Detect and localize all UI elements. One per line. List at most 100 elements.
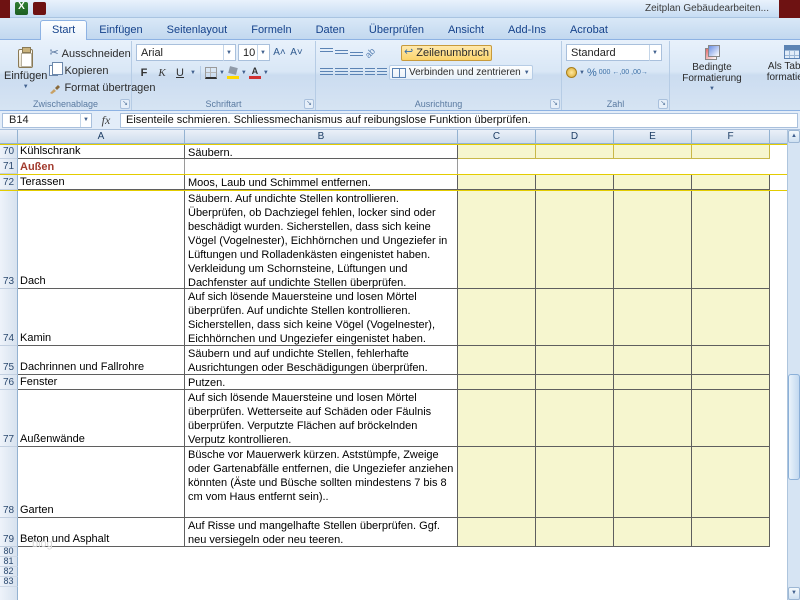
cell-f74[interactable] bbox=[692, 289, 770, 346]
row-number[interactable]: 82 bbox=[0, 567, 18, 577]
align-top-icon[interactable] bbox=[320, 48, 333, 53]
borders-icon[interactable] bbox=[205, 67, 217, 79]
cell-e77[interactable] bbox=[614, 390, 692, 447]
tab-ueberpruefen[interactable]: Überprüfen bbox=[357, 20, 436, 39]
italic-button[interactable]: K bbox=[154, 65, 170, 81]
grow-font-icon[interactable]: A˄ bbox=[272, 47, 287, 58]
decrease-decimal-icon[interactable]: ,00→ bbox=[631, 69, 648, 76]
thousands-icon[interactable]: 000 bbox=[599, 69, 611, 76]
dropdown-arrow-icon[interactable]: ▼ bbox=[241, 70, 247, 76]
tab-acrobat[interactable]: Acrobat bbox=[558, 20, 620, 39]
underline-button[interactable]: U bbox=[172, 65, 188, 81]
currency-icon[interactable] bbox=[566, 67, 577, 78]
cell-c78[interactable] bbox=[458, 447, 536, 518]
merge-center-button[interactable]: Verbinden und zentrieren ▼ bbox=[389, 65, 533, 80]
cell-c76[interactable] bbox=[458, 375, 536, 390]
align-bottom-icon[interactable] bbox=[350, 52, 363, 57]
excel-app-icon[interactable] bbox=[15, 2, 28, 15]
cell-a75[interactable]: Dachrinnen und Fallrohre bbox=[18, 346, 185, 375]
align-center-icon[interactable] bbox=[335, 68, 348, 77]
cell-e79[interactable] bbox=[614, 518, 692, 547]
cell-c70[interactable] bbox=[458, 145, 536, 159]
row-number[interactable]: 73 bbox=[0, 191, 18, 289]
cell-b73[interactable]: Säubern. Auf undichte Stellen kontrollie… bbox=[185, 191, 458, 289]
cell-b74[interactable]: Auf sich lösende Mauersteine und losen M… bbox=[185, 289, 458, 346]
dialog-launcher-icon[interactable]: ↘ bbox=[550, 99, 560, 109]
tab-ansicht[interactable]: Ansicht bbox=[436, 20, 496, 39]
cell-a72[interactable]: Terassen bbox=[18, 175, 185, 190]
quick-access-icon[interactable] bbox=[33, 2, 46, 15]
increase-decimal-icon[interactable]: ←,00 bbox=[612, 69, 629, 76]
empty-row[interactable] bbox=[18, 577, 787, 587]
cell-d78[interactable] bbox=[536, 447, 614, 518]
cell-e75[interactable] bbox=[614, 346, 692, 375]
cell-d71[interactable] bbox=[536, 159, 614, 174]
cell-b76[interactable]: Putzen. bbox=[185, 375, 458, 390]
cell-b72[interactable]: Moos, Laub und Schimmel entfernen. bbox=[185, 175, 458, 190]
font-size-combo[interactable]: 10 ▼ bbox=[238, 44, 270, 61]
fill-color-icon[interactable] bbox=[227, 67, 239, 79]
bold-button[interactable]: F bbox=[136, 65, 152, 81]
cell-a76[interactable]: Fenster bbox=[18, 375, 185, 390]
vertical-scrollbar[interactable]: ▲ ▼ bbox=[787, 130, 800, 600]
format-as-table-button[interactable]: Als Tabelle formatieren bbox=[754, 43, 800, 97]
row-number[interactable]: 72 bbox=[0, 175, 18, 190]
column-header-e[interactable]: E bbox=[614, 130, 692, 144]
tab-start[interactable]: Start bbox=[40, 20, 87, 40]
row-number[interactable]: 70 bbox=[0, 145, 18, 159]
cell-e70[interactable] bbox=[614, 145, 692, 159]
dialog-launcher-icon[interactable]: ↘ bbox=[658, 99, 668, 109]
empty-row[interactable] bbox=[18, 547, 787, 557]
cell-e73[interactable] bbox=[614, 191, 692, 289]
align-middle-icon[interactable] bbox=[335, 50, 348, 55]
cell-d79[interactable] bbox=[536, 518, 614, 547]
row-number[interactable]: 80 bbox=[0, 547, 18, 557]
cell-d72[interactable] bbox=[536, 175, 614, 190]
row-number[interactable]: 83 bbox=[0, 577, 18, 587]
row-number[interactable]: 76 bbox=[0, 375, 18, 390]
cell-c74[interactable] bbox=[458, 289, 536, 346]
row-number[interactable]: 81 bbox=[0, 557, 18, 567]
insert-function-button[interactable]: fx bbox=[94, 113, 118, 128]
cell-f76[interactable] bbox=[692, 375, 770, 390]
align-right-icon[interactable] bbox=[350, 68, 363, 77]
cell-c79[interactable] bbox=[458, 518, 536, 547]
dropdown-arrow-icon[interactable]: ▼ bbox=[579, 70, 585, 76]
decrease-indent-icon[interactable] bbox=[365, 68, 375, 77]
empty-row[interactable] bbox=[18, 557, 787, 567]
cell-d75[interactable] bbox=[536, 346, 614, 375]
cell-f79[interactable] bbox=[692, 518, 770, 547]
tab-seitenlayout[interactable]: Seitenlayout bbox=[155, 20, 240, 39]
scrollbar-track[interactable] bbox=[788, 143, 800, 587]
paste-button[interactable]: Einfügen ▼ bbox=[4, 43, 47, 95]
cell-a73[interactable]: Dach bbox=[18, 191, 185, 289]
cell-a74[interactable]: Kamin bbox=[18, 289, 185, 346]
row-number[interactable]: 78 bbox=[0, 447, 18, 518]
cell-d76[interactable] bbox=[536, 375, 614, 390]
cell-b79[interactable]: Auf Risse und mangelhafte Stellen überpr… bbox=[185, 518, 458, 547]
cell-e71[interactable] bbox=[614, 159, 692, 174]
column-header-c[interactable]: C bbox=[458, 130, 536, 144]
cell-a70[interactable]: Kühlschrank bbox=[18, 145, 185, 159]
cell-f77[interactable] bbox=[692, 390, 770, 447]
row-number[interactable]: 74 bbox=[0, 289, 18, 346]
cell-d73[interactable] bbox=[536, 191, 614, 289]
cell-b70[interactable]: Säubern. bbox=[185, 145, 458, 159]
cell-b71[interactable] bbox=[185, 159, 458, 174]
row-number[interactable]: 79 bbox=[0, 518, 18, 547]
number-format-combo[interactable]: Standard ▼ bbox=[566, 44, 662, 61]
dropdown-arrow-icon[interactable]: ▼ bbox=[219, 70, 225, 76]
cell-e76[interactable] bbox=[614, 375, 692, 390]
column-header-d[interactable]: D bbox=[536, 130, 614, 144]
name-box[interactable]: B14 ▼ bbox=[2, 113, 92, 128]
font-name-combo[interactable]: Arial ▼ bbox=[136, 44, 236, 61]
tab-daten[interactable]: Daten bbox=[304, 20, 357, 39]
cell-b75[interactable]: Säubern und auf undichte Stellen, fehler… bbox=[185, 346, 458, 375]
cell-d70[interactable] bbox=[536, 145, 614, 159]
row-number[interactable]: 77 bbox=[0, 390, 18, 447]
dropdown-arrow-icon[interactable]: ▼ bbox=[190, 70, 196, 76]
increase-indent-icon[interactable] bbox=[377, 68, 387, 77]
align-left-icon[interactable] bbox=[320, 68, 333, 77]
cell-c73[interactable] bbox=[458, 191, 536, 289]
empty-row[interactable] bbox=[18, 567, 787, 577]
